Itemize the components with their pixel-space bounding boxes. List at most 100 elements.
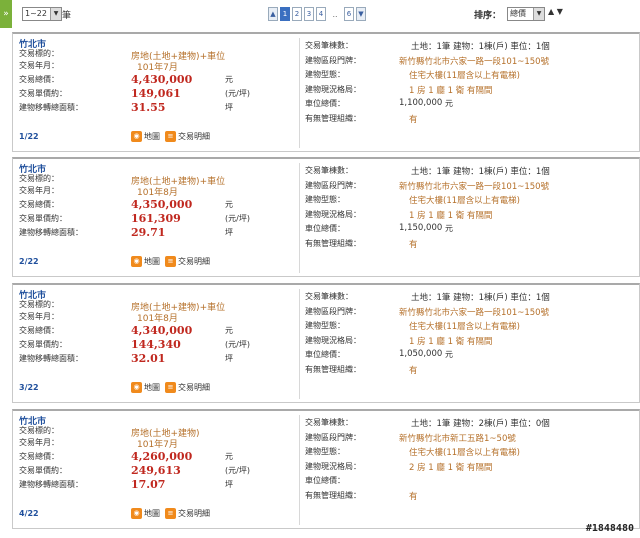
listing-index: 2/22 [19,257,39,266]
listing-index: 3/22 [19,383,39,392]
parking-price-label: 車位總價： [305,350,345,359]
listing-building-type: 住宅大樓(11層含以上有電梯) [409,196,520,206]
chevron-down-icon[interactable]: ▼ [50,8,61,20]
map-label: 地圖 [144,131,160,141]
total-price-label: 交易總價： [19,75,59,84]
listing-card: 竹北市 交易標的： 交易年月： 交易總價： 交易單價約： 建物移轉總面積： 房地(土地+建物… [12,157,640,277]
map-label: 地圖 [144,382,160,392]
year-month-label: 交易年月： [19,438,59,447]
listing-area: 29.71 [131,226,166,239]
building-type-label: 建物型態： [305,447,345,456]
area-label: 建物移轉總面積： [19,480,83,489]
listing-address: 新竹縣竹北市六家一路一段101~150號 [399,56,550,67]
sort-value: 總價 [510,9,526,18]
listing-index: 4/22 [19,509,39,518]
next-page-button[interactable]: ▼ [356,7,366,21]
listing-area: 17.07 [131,478,166,491]
chevron-down-icon[interactable]: ▼ [533,8,544,20]
listing-unit-price: 249,613 [131,464,181,477]
result-range-select[interactable]: 1~22 ▼ [22,7,62,21]
unit-ping: 坪 [225,228,233,237]
sort-ascending-icon[interactable]: ▲ [548,7,554,16]
layout-label: 建物現況格局： [305,209,361,219]
map-button[interactable]: ◉ 地圖 [131,255,160,267]
listing-total-price: 4,260,000 [131,450,193,463]
transaction-detail-button[interactable]: ≡ 交易明細 [165,255,210,267]
page-button-1[interactable]: 1 [280,7,290,21]
result-range-value: 1~22 [25,9,47,18]
transaction-detail-label: 交易明細 [178,508,210,518]
transaction-detail-button[interactable]: ≡ 交易明細 [165,381,210,393]
target-label: 交易標的： [19,49,59,58]
pagination: ▲ 1 2 3 4 .. 6 ▼ [268,6,366,22]
transaction-count-label: 交易筆棟數： [305,166,353,175]
listing-unit-price: 144,340 [131,338,181,351]
document-icon: ≡ [165,507,176,519]
parking-unit: 元 [445,350,453,359]
target-label: 交易標的： [19,174,59,183]
listing-area: 31.55 [131,101,166,114]
page-button-last[interactable]: 6 [344,7,354,21]
document-icon: ≡ [165,255,176,267]
management-label: 有無管理組織： [305,113,361,123]
building-type-label: 建物型態： [305,195,345,204]
results-toolbar: » 1~22 ▼ 筆 ▲ 1 2 3 4 .. 6 ▼ 排序： 總價 ▼ ▲ ▼ [0,0,640,30]
page-button-4[interactable]: 4 [316,7,326,21]
listing-card: 竹北市 交易標的： 交易年月： 交易總價： 交易單價約： 建物移轉總面積： 房地(土地+建物… [12,283,640,403]
sort-descending-icon[interactable]: ▼ [557,7,563,16]
card-divider [299,415,300,525]
unit-price-per-ping: (元/坪) [225,89,250,98]
transaction-count-label: 交易筆棟數： [305,292,353,301]
prev-page-button[interactable]: ▲ [268,7,278,21]
listing-year-month: 101年7月 [137,440,178,450]
listing-card: 竹北市 交易標的： 交易年月： 交易總價： 交易單價約： 建物移轉總面積： 房地(土地+建物… [12,32,640,152]
page-button-2[interactable]: 2 [292,7,302,21]
listing-total-price: 4,350,000 [131,198,193,211]
collapse-panel-button[interactable]: » [0,0,12,28]
listing-year-month: 101年8月 [137,314,178,324]
sort-select[interactable]: 總價 ▼ [507,7,545,21]
listing-address: 新竹縣竹北市六家一路一段101~150號 [399,181,550,192]
listing-address: 新竹縣竹北市六家一路一段101~150號 [399,307,550,318]
map-button[interactable]: ◉ 地圖 [131,130,160,142]
layout-label: 建物現況格局： [305,335,361,345]
page-button-3[interactable]: 3 [304,7,314,21]
unit-price-per-ping: (元/坪) [225,466,250,475]
listing-layout: 1 房 1 廳 1 衛 有隔間 [409,85,493,96]
listing-index: 1/22 [19,132,39,141]
transaction-count-label: 交易筆棟數： [305,418,353,427]
listing-year-month: 101年8月 [137,188,178,198]
listing-parking-price: 1,100,000 [399,98,443,108]
total-price-label: 交易總價： [19,452,59,461]
parking-unit: 元 [445,99,453,108]
listing-address: 新竹縣竹北市新工五路1~50號 [399,433,516,444]
map-button[interactable]: ◉ 地圖 [131,381,160,393]
total-price-label: 交易總價： [19,326,59,335]
listing-transaction-count: 土地：1筆 建物：2棟(戶) 車位：0個 [411,419,550,429]
listing-building-type: 住宅大樓(11層含以上有電梯) [409,448,520,458]
year-month-label: 交易年月： [19,61,59,70]
pagination-ellipsis: .. [332,9,338,19]
listing-management: 有 [409,491,418,502]
address-label: 建物區段門牌： [305,180,361,190]
listing-management: 有 [409,239,418,250]
transaction-detail-button[interactable]: ≡ 交易明細 [165,507,210,519]
listing-management: 有 [409,114,418,125]
listing-transaction-count: 土地：1筆 建物：1棟(戶) 車位：1個 [411,167,550,177]
listing-parking-price: 1,150,000 [399,223,443,233]
unit-price-label: 交易單價約： [19,214,67,223]
total-price-label: 交易總價： [19,200,59,209]
listing-transaction-count: 土地：1筆 建物：1棟(戶) 車位：1個 [411,42,550,52]
listing-parking-price: 1,050,000 [399,349,443,359]
parking-price-label: 車位總價： [305,476,345,485]
listing-building-type: 住宅大樓(11層含以上有電梯) [409,322,520,332]
result-range-unit: 筆 [62,11,72,21]
transaction-detail-button[interactable]: ≡ 交易明細 [165,130,210,142]
listing-layout: 2 房 1 廳 1 衛 有隔間 [409,462,493,473]
target-label: 交易標的： [19,300,59,309]
listing-layout: 1 房 1 廳 1 衛 有隔間 [409,210,493,221]
listing-total-price: 4,430,000 [131,73,193,86]
listing-building-type: 住宅大樓(11層含以上有電梯) [409,71,520,81]
document-icon: ≡ [165,130,176,142]
map-button[interactable]: ◉ 地圖 [131,507,160,519]
